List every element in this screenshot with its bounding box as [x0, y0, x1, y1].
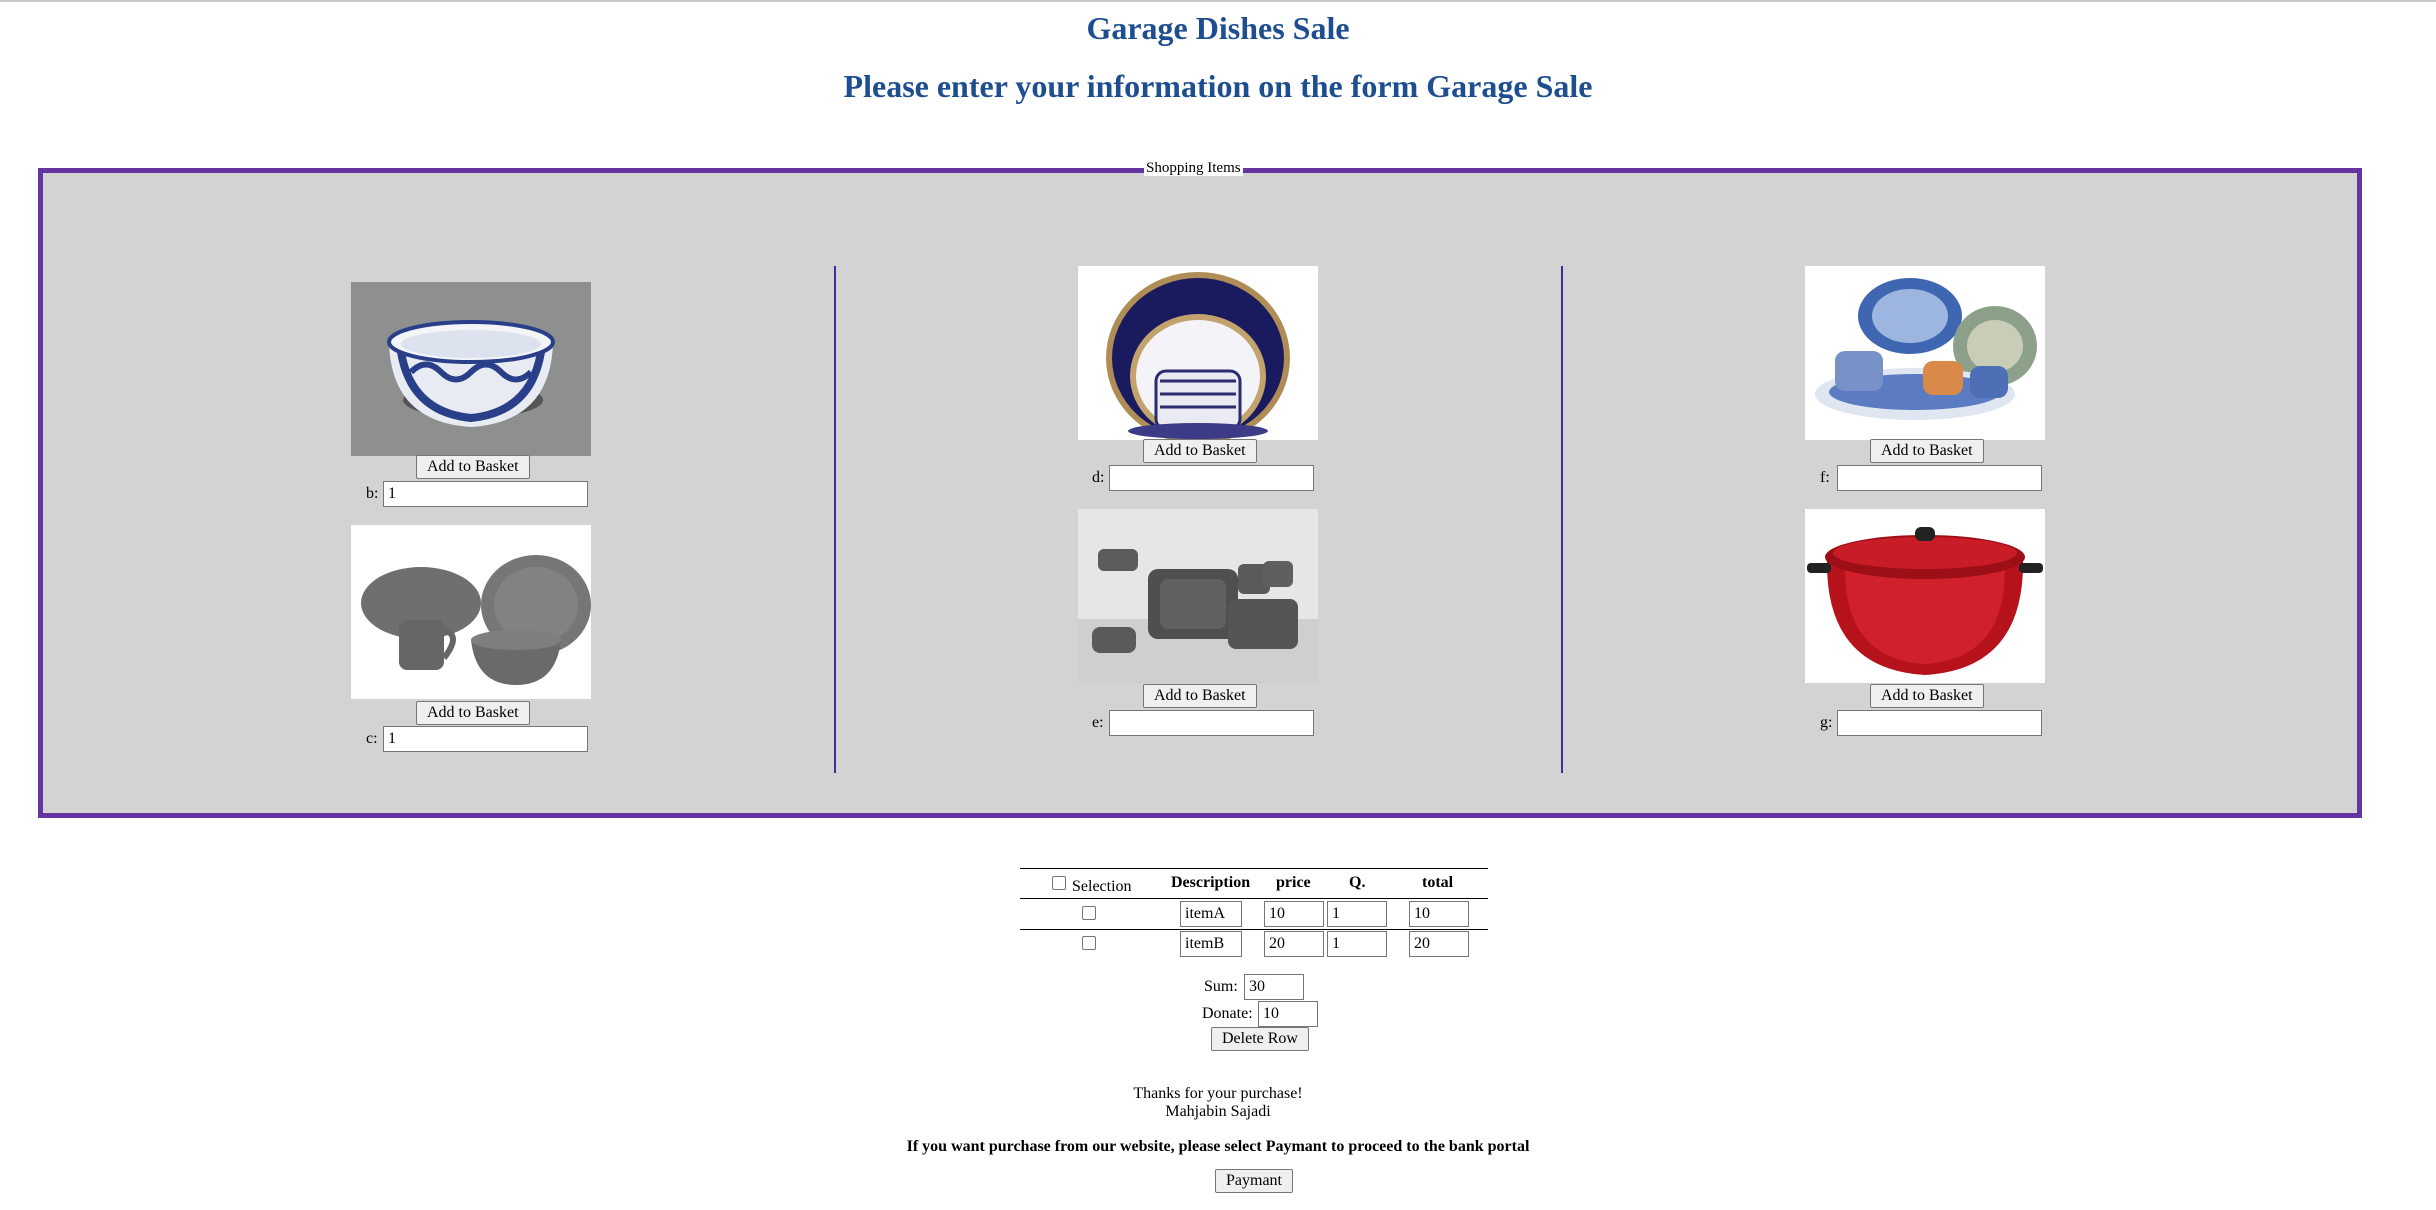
- total-header: total: [1422, 874, 1454, 891]
- row-price-input[interactable]: [1264, 901, 1324, 927]
- page-title: Garage Dishes Sale: [1086, 10, 1350, 46]
- sum-label: Sum:: [1204, 978, 1238, 995]
- add-to-basket-button[interactable]: Add to Basket: [1143, 684, 1257, 708]
- column-divider: [1561, 266, 1563, 773]
- row-description-input[interactable]: [1180, 931, 1242, 957]
- payment-button[interactable]: Paymant: [1215, 1169, 1293, 1193]
- item-b-quantity-input[interactable]: [383, 481, 588, 507]
- table-header-rule: [1020, 898, 1488, 899]
- donate-label: Donate:: [1202, 1005, 1253, 1022]
- row-checkbox[interactable]: [1082, 906, 1096, 920]
- add-to-basket-button[interactable]: Add to Basket: [416, 455, 530, 479]
- item-f-label: f:: [1820, 469, 1830, 486]
- item-g-quantity-input[interactable]: [1837, 710, 2042, 736]
- select-all-checkbox[interactable]: [1052, 876, 1066, 890]
- table-row-rule: [1020, 929, 1488, 930]
- description-header: Description: [1171, 874, 1251, 891]
- item-c-label: c:: [366, 730, 378, 747]
- row-description-input[interactable]: [1180, 901, 1242, 927]
- add-to-basket-button[interactable]: Add to Basket: [1143, 439, 1257, 463]
- gray-dinnerware-image: [351, 525, 591, 699]
- item-e-label: e:: [1092, 714, 1104, 731]
- author-text: Mahjabin Sajadi: [1165, 1103, 1271, 1120]
- row-total-input[interactable]: [1409, 901, 1469, 927]
- item-b-label: b:: [366, 485, 379, 502]
- item-d-label: d:: [1092, 469, 1105, 486]
- row-price-input[interactable]: [1264, 931, 1324, 957]
- add-to-basket-button[interactable]: Add to Basket: [1870, 439, 1984, 463]
- sum-input[interactable]: [1244, 974, 1304, 1000]
- row-total-input[interactable]: [1409, 931, 1469, 957]
- add-to-basket-button[interactable]: Add to Basket: [416, 701, 530, 725]
- top-border: [0, 0, 2436, 2]
- row-qty-input[interactable]: [1327, 901, 1387, 927]
- thanks-text: Thanks for your purchase!: [1133, 1085, 1303, 1102]
- blue-patterned-dishes-image: [1805, 266, 2045, 440]
- red-stock-pot-image: [1805, 509, 2045, 683]
- qty-header: Q.: [1349, 874, 1366, 891]
- delete-row-button[interactable]: Delete Row: [1211, 1027, 1309, 1051]
- blue-white-bowl-image: [351, 282, 591, 456]
- payment-notice: If you want purchase from our website, p…: [906, 1138, 1530, 1155]
- item-d-quantity-input[interactable]: [1109, 465, 1314, 491]
- price-header: price: [1276, 874, 1311, 891]
- item-c-quantity-input[interactable]: [383, 726, 588, 752]
- page-subtitle: Please enter your information on the for…: [843, 68, 1593, 104]
- row-checkbox[interactable]: [1082, 936, 1096, 950]
- item-f-quantity-input[interactable]: [1837, 465, 2042, 491]
- navy-gold-plate-image: [1078, 266, 1318, 440]
- item-g-label: g:: [1820, 714, 1833, 731]
- selection-header: Selection: [1072, 878, 1132, 895]
- square-gray-dishes-image: [1078, 509, 1318, 683]
- item-e-quantity-input[interactable]: [1109, 710, 1314, 736]
- table-top-rule: [1020, 868, 1488, 869]
- add-to-basket-button[interactable]: Add to Basket: [1870, 684, 1984, 708]
- shopping-items-legend: Shopping Items: [1144, 160, 1243, 176]
- column-divider: [834, 266, 836, 773]
- row-qty-input[interactable]: [1327, 931, 1387, 957]
- donate-input[interactable]: [1258, 1001, 1318, 1027]
